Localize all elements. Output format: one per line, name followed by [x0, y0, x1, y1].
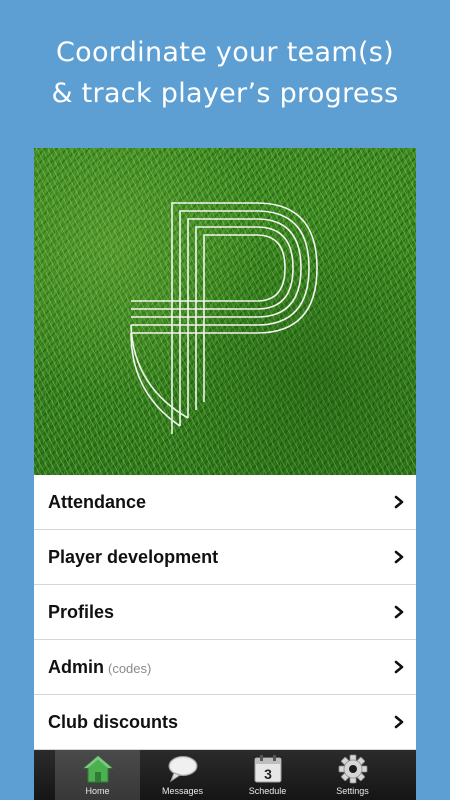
tab-schedule[interactable]: 3 Schedule [225, 750, 310, 800]
chevron-right-icon [394, 550, 404, 564]
calendar-badge: 3 [264, 766, 272, 782]
menu-item-profiles[interactable]: Profiles [34, 585, 416, 640]
logo-stroke-outer [131, 202, 318, 434]
chevron-right-icon [394, 605, 404, 619]
speech-bubble-icon [168, 756, 197, 783]
main-menu: Attendance Player development Profiles A… [34, 475, 416, 750]
menu-item-attendance[interactable]: Attendance [34, 475, 416, 530]
tab-label: Schedule [248, 786, 287, 796]
menu-item-admin[interactable]: Admin (codes) [34, 640, 416, 695]
menu-item-label: Profiles [48, 601, 115, 622]
chevron-right-icon [394, 660, 404, 674]
app-logo-icon [130, 202, 318, 434]
tab-label: Messages [161, 786, 204, 796]
tab-messages[interactable]: Messages [140, 750, 225, 800]
home-icon [82, 755, 113, 783]
logo-stroke-4 [131, 226, 294, 410]
grass-hero-banner [34, 148, 416, 475]
menu-item-hint: (codes) [108, 660, 152, 676]
headline-line-2: & track player’s progress [51, 78, 399, 109]
menu-item-label: Attendance [48, 491, 147, 512]
menu-item-label: Club discounts [48, 711, 178, 732]
app-screen: Attendance Player development Profiles A… [34, 148, 416, 800]
tab-label: Settings [336, 786, 369, 796]
tab-home[interactable]: Home [55, 750, 140, 800]
menu-item-player-development[interactable]: Player development [34, 530, 416, 585]
tab-label: Home [85, 786, 110, 796]
tab-settings[interactable]: Settings [310, 750, 395, 800]
chevron-right-icon [394, 495, 404, 509]
bottom-tab-bar: Home Messages 3 Schedule Settings [34, 750, 416, 800]
logo-stroke-5 [131, 234, 286, 402]
calendar-icon: 3 [254, 755, 281, 783]
menu-item-club-discounts[interactable]: Club discounts [34, 695, 416, 750]
menu-item-label: Admin (codes) [48, 656, 152, 677]
chevron-right-icon [394, 715, 404, 729]
menu-item-label: Player development [48, 546, 219, 567]
logo-stroke-3 [131, 218, 302, 418]
headline-line-1: Coordinate your team(s) [56, 37, 394, 68]
headline: Coordinate your team(s) & track player’s… [0, 32, 450, 114]
gear-icon [338, 754, 367, 784]
